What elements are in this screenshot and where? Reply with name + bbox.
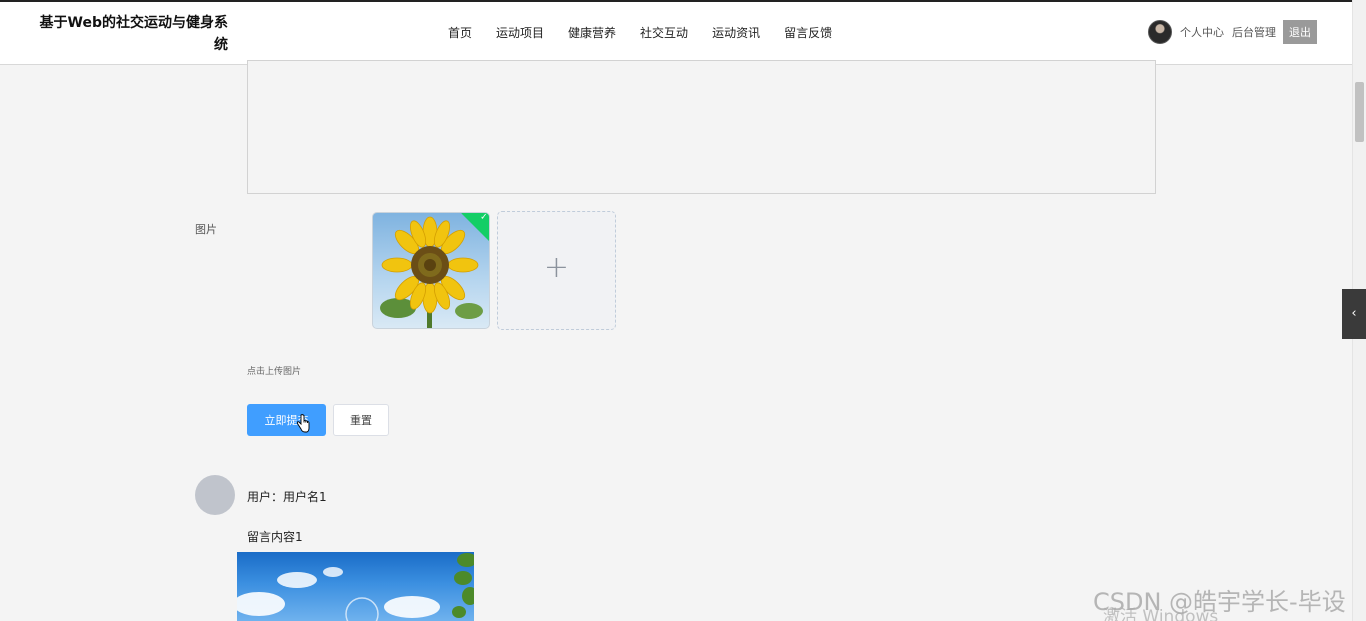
- uploaded-image-thumbnail[interactable]: ✓: [372, 212, 490, 329]
- main-nav: 首页 运动项目 健康营养 社交互动 运动资讯 留言反馈: [436, 2, 845, 66]
- nav-social[interactable]: 社交互动: [628, 2, 700, 65]
- site-title: 基于Web的社交运动与健身系统: [39, 15, 228, 53]
- nav-health-nutrition[interactable]: 健康营养: [556, 2, 628, 65]
- sky-image: [237, 553, 474, 621]
- nav-home[interactable]: 首页: [436, 2, 484, 65]
- plus-icon: +: [543, 250, 570, 285]
- comment-image: [237, 552, 474, 621]
- logout-button[interactable]: 退出: [1283, 20, 1317, 44]
- scrollbar-thumb[interactable]: [1355, 82, 1364, 142]
- admin-link[interactable]: 后台管理: [1232, 24, 1276, 40]
- nav-sports-projects[interactable]: 运动项目: [484, 2, 556, 65]
- feedback-content-textarea[interactable]: [247, 60, 1156, 194]
- personal-center-link[interactable]: 个人中心: [1180, 24, 1224, 40]
- chevron-left-icon[interactable]: ‹: [1342, 289, 1366, 339]
- upload-tip: 点击上传图片: [247, 367, 302, 377]
- comment-username: 用户：用户名1: [247, 490, 327, 504]
- upload-add-button[interactable]: +: [497, 211, 616, 330]
- user-area: 个人中心 后台管理 退出: [1148, 20, 1317, 44]
- hand-cursor-icon: [296, 414, 310, 433]
- top-navbar: 基于Web的社交运动与健身系统 首页 运动项目 健康营养 社交互动 运动资讯 留…: [0, 0, 1352, 66]
- reset-button[interactable]: 重置: [333, 404, 389, 436]
- sunflower-image: [380, 216, 483, 328]
- submit-button[interactable]: 立即提交: [247, 404, 326, 436]
- windows-activation-watermark: 激活 Windows: [1103, 607, 1219, 621]
- nav-feedback[interactable]: 留言反馈: [772, 2, 845, 66]
- comment-content: 留言内容1: [247, 530, 303, 544]
- nav-sports-news[interactable]: 运动资讯: [700, 2, 772, 65]
- user-avatar[interactable]: [1148, 20, 1172, 44]
- image-field-label: 图片: [195, 223, 217, 236]
- commenter-avatar: [195, 475, 235, 515]
